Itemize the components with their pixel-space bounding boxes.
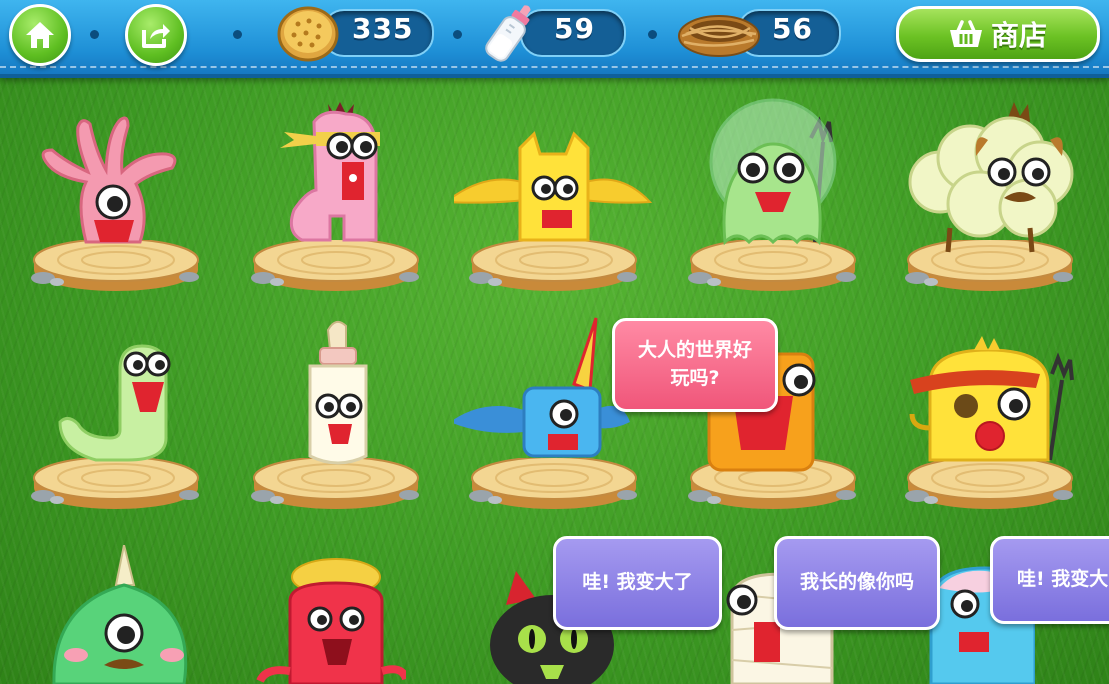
speech-bubble: 我长的像你吗: [774, 536, 940, 630]
monster-slot[interactable]: [236, 92, 436, 292]
milk-count: 59: [554, 12, 595, 45]
baby-bottle-icon: [485, 5, 531, 62]
pirate-monster[interactable]: [890, 310, 1090, 480]
home-icon: [26, 22, 54, 48]
nest-count: 56: [772, 12, 813, 45]
green-unicorn-monster[interactable]: [34, 545, 204, 684]
yellow-winged-monster[interactable]: [454, 92, 654, 262]
pink-ninja-monster[interactable]: [236, 92, 436, 262]
share-button[interactable]: [125, 4, 187, 66]
speech-bubble: 哇! 我变大了: [553, 536, 722, 630]
share-icon: [142, 24, 170, 48]
speech-text: 哇! 我变大: [1017, 568, 1109, 591]
shop-button[interactable]: 商店: [896, 6, 1100, 62]
monster-slot[interactable]: [454, 92, 654, 292]
top-bar: 335 59 56 商店: [0, 0, 1109, 78]
monster-slot[interactable]: [673, 92, 873, 292]
green-worm-monster[interactable]: [16, 310, 216, 480]
pink-coral-monster[interactable]: [16, 92, 216, 262]
separator-dot: [90, 30, 99, 39]
red-octopus-monster[interactable]: [256, 555, 406, 684]
stitch-line: [0, 66, 1109, 68]
home-button[interactable]: [9, 4, 71, 66]
monster-slot[interactable]: [16, 310, 216, 510]
speech-bubble: 哇! 我变大: [990, 536, 1109, 624]
green-jelly-monster[interactable]: [673, 92, 873, 262]
speech-bubble: 大人的世界好玩吗?: [612, 318, 778, 412]
monster-slot[interactable]: [16, 92, 216, 292]
speech-text: 哇! 我变大了: [582, 571, 693, 594]
shop-label: 商店: [990, 19, 1047, 52]
monster-slot[interactable]: [890, 310, 1090, 510]
cookie-icon: [277, 6, 339, 62]
monster-slot[interactable]: [890, 92, 1090, 292]
cookie-count: 335: [352, 12, 414, 45]
nest-icon: [678, 15, 760, 57]
speech-text: 我长的像你吗: [799, 571, 914, 594]
crowned-sheep-monster[interactable]: [890, 92, 1090, 262]
monster-slot[interactable]: [236, 310, 436, 510]
speech-text: 大人的世界好玩吗?: [637, 339, 752, 389]
basket-icon: [949, 20, 982, 47]
separator-dot: [648, 30, 657, 39]
baby-bottle-monster[interactable]: [236, 310, 436, 480]
separator-dot: [453, 30, 462, 39]
separator-dot: [233, 30, 242, 39]
